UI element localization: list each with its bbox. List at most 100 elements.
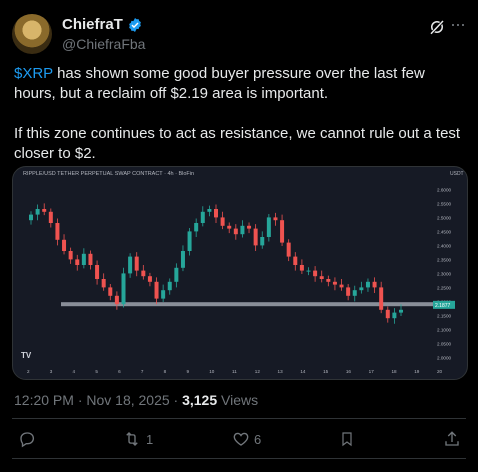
candle-down [319,276,324,279]
x-tick-label: 19 [414,369,420,374]
author-handle[interactable]: @ChiefraFba [62,36,145,52]
author-name[interactable]: ChiefraT [62,16,123,33]
divider [12,418,466,419]
candle-down [253,228,258,246]
candle-down [141,270,146,277]
cashtag-link[interactable]: $XRP [14,65,53,82]
x-tick-label: 13 [278,369,284,374]
y-tick-label: 2.0500 [437,341,451,346]
candle-down [339,284,344,288]
candle-up [399,309,403,313]
y-tick-label: 2.0000 [437,355,451,360]
candle-down [220,217,225,226]
tradingview-logo: TV [21,351,32,360]
candle-down [299,265,304,271]
candle-down [280,220,285,243]
candle-up [306,270,311,272]
action-bar: 1 6 [0,426,478,456]
candlestick-chart: RIPPLE/USD TETHER PERPETUAL SWAP CONTRAC… [21,171,464,374]
candle-down [147,276,152,282]
y-tick-label: 2.5500 [437,201,451,206]
candle-down [62,239,67,251]
candle-down [286,242,291,257]
chart-header: RIPPLE/USD TETHER PERPETUAL SWAP CONTRAC… [23,171,194,177]
candle-down [75,259,80,265]
candle-down [332,281,337,285]
avatar[interactable] [12,14,52,54]
candle-up [266,217,271,237]
post-paragraph-1: $XRP has shown some good buyer pressure … [14,64,466,104]
x-tick-label: 9 [186,369,189,374]
post-timestamp[interactable]: 12:20 PM · Nov 18, 2025 · [14,392,182,408]
candle-down [68,251,73,260]
candle-up [365,281,370,288]
like-count: 6 [254,431,262,447]
support-zone [61,302,455,307]
candle-up [194,223,199,232]
post-paragraph-2: If this zone continues to act as resista… [14,125,461,162]
candle-up [207,209,212,212]
x-tick-label: 20 [437,369,443,374]
candle-down [326,279,331,282]
candle-down [346,287,351,296]
candle-down [293,256,298,265]
candle-down [108,287,113,296]
y-tick-label: 2.4000 [437,243,451,248]
share-button[interactable] [443,430,461,448]
y-tick-label: 2.3500 [437,257,451,262]
share-icon [445,431,459,446]
author-name-row[interactable]: ChiefraT [62,16,143,33]
candle-up [240,225,245,235]
candle-down [101,279,106,288]
like-button[interactable]: 6 [232,430,261,448]
candle-up [174,267,179,282]
candle-down [88,253,93,265]
divider [12,458,466,459]
x-tick-label: 5 [95,369,98,374]
x-tick-label: 16 [346,369,352,374]
candle-down [313,270,318,277]
reply-icon [20,432,35,448]
candle-up [200,211,205,223]
candle-down [247,225,252,229]
candle-up [128,256,133,274]
candle-down [214,209,218,218]
verified-badge-icon [128,17,141,32]
y-tick-label: 2.1500 [437,313,451,318]
x-tick-label: 11 [232,369,237,374]
reply-button[interactable] [18,430,40,448]
x-tick-label: 7 [141,369,144,374]
repost-button[interactable]: 1 [122,430,153,448]
chart-image[interactable]: RIPPLE/USD TETHER PERPETUAL SWAP CONTRAC… [12,166,468,380]
x-tick-label: 15 [323,369,329,374]
post-line1-text: has shown some good buyer pressure over … [14,65,425,102]
x-tick-label: 3 [50,369,53,374]
grok-icon[interactable] [428,18,446,36]
bookmark-button[interactable] [339,430,355,448]
y-tick-label: 2.3000 [437,271,451,276]
x-tick-label: 14 [300,369,306,374]
y-tick-label: 2.6000 [437,187,451,192]
views-label: Views [217,392,259,408]
x-tick-label: 17 [369,369,375,374]
currency-tag: USDT [450,171,464,177]
more-options-icon[interactable]: ··· [450,14,466,35]
y-tick-label: 2.1000 [437,327,451,332]
repost-count: 1 [146,431,154,447]
candle-down [42,209,47,212]
candle-up [35,209,40,215]
candle-up [187,231,192,251]
candle-up [359,287,364,291]
candle-up [352,290,357,296]
candle-down [379,287,384,310]
candle-down [55,223,60,240]
x-tick-label: 8 [164,369,167,374]
y-tick-label: 2.5000 [437,215,451,220]
candle-down [154,281,159,299]
candle-up [81,253,86,265]
candle-up [121,273,126,305]
x-tick-label: 6 [118,369,121,374]
y-tick-label: 2.2500 [437,285,451,290]
heart-icon [233,432,249,446]
candle-down [95,265,100,279]
